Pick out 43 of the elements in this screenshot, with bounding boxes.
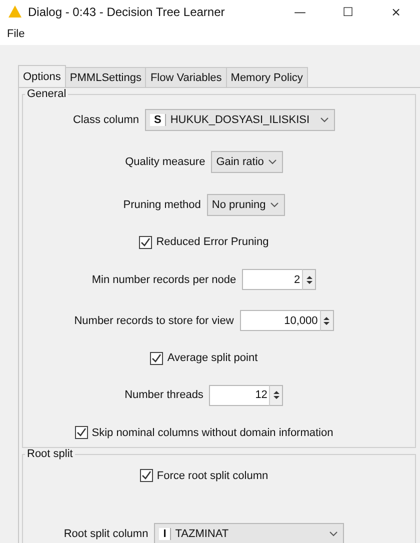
field-label: Pruning method xyxy=(123,198,201,210)
spinner-arrows-icon[interactable] xyxy=(306,274,313,284)
group-title: Root split xyxy=(25,448,75,461)
chevron-down-icon xyxy=(320,117,330,123)
field-label: Min number records per node xyxy=(92,274,236,286)
field-label: Quality measure xyxy=(125,156,206,168)
checkbox[interactable] xyxy=(139,236,152,249)
spinner-button[interactable] xyxy=(269,384,284,406)
checkbox-label[interactable]: Reduced Error Pruning xyxy=(156,236,269,248)
tab[interactable]: Options xyxy=(18,65,66,87)
checkbox-label[interactable]: Force root split column xyxy=(156,470,268,482)
spinner-arrows-icon[interactable] xyxy=(323,316,330,326)
chevron-down-icon xyxy=(268,159,277,166)
dropdown[interactable]: No pruning xyxy=(206,194,285,216)
spinner-arrows-icon[interactable] xyxy=(272,390,280,400)
chevron-down-icon xyxy=(270,202,279,208)
field-label: Class column xyxy=(72,114,140,126)
dropdown[interactable]: I TAZMINAT xyxy=(154,523,344,543)
field-label: Root split column xyxy=(64,528,148,540)
dropdown[interactable]: Gain ratio xyxy=(211,151,283,174)
spinner-button[interactable] xyxy=(320,310,334,332)
window-control-button[interactable]: ☐ xyxy=(324,0,372,23)
window-control-button[interactable]: × xyxy=(372,0,420,23)
field-label: Number threads xyxy=(124,389,204,402)
chevron-down-icon xyxy=(329,531,338,537)
dropdown[interactable]: S HUKUK_DOSYASI_ILISKISI xyxy=(145,109,336,131)
checkbox-label[interactable]: Skip nominal columns without domain information xyxy=(92,426,334,438)
warning-triangle-icon xyxy=(8,5,22,18)
checkbox[interactable] xyxy=(140,469,153,482)
tab[interactable]: Flow Variables xyxy=(145,67,227,87)
field-label: Number records to store for view xyxy=(74,314,234,327)
number-field[interactable]: 10,000 xyxy=(240,310,320,332)
checkbox-label[interactable]: Average split point xyxy=(167,352,258,364)
menu-item[interactable]: File xyxy=(4,28,28,40)
number-field[interactable]: 12 xyxy=(209,384,270,406)
spinner-button[interactable] xyxy=(302,269,316,290)
window-control-button[interactable]: — xyxy=(276,0,324,23)
checkbox[interactable] xyxy=(74,426,88,439)
number-field[interactable]: 2 xyxy=(242,269,302,290)
tab[interactable]: PMMLSettings xyxy=(64,67,146,87)
window-title: Dialog - 0:43 - Decision Tree Learner xyxy=(28,4,226,18)
tab[interactable]: Memory Policy xyxy=(226,67,308,87)
checkbox[interactable] xyxy=(150,352,164,364)
